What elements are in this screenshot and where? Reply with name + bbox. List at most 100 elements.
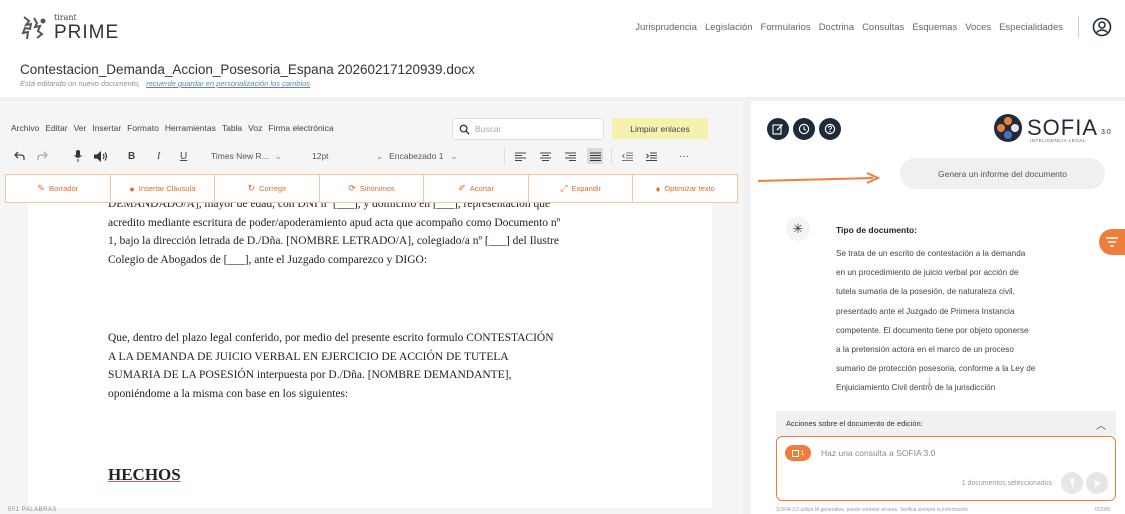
chevron-down-icon: ⌄ <box>376 150 384 161</box>
menu-archivo[interactable]: Archivo <box>11 123 39 133</box>
toolbar-divider <box>611 148 612 164</box>
menu-ver[interactable]: Ver <box>74 123 87 133</box>
paragraph-style-dropdown[interactable]: ⌄ Encabezado 1 ⌄ <box>376 144 458 168</box>
redo-icon[interactable] <box>34 148 50 164</box>
nav-esquemas[interactable]: Esquemas <box>912 22 957 33</box>
help-icon[interactable] <box>819 118 841 140</box>
chat-history-icon[interactable] <box>793 118 815 140</box>
document-page[interactable]: DEMANDADO/A], mayor de edad, con DNI nº … <box>28 203 712 508</box>
expand-icon: ⤢ <box>560 183 568 193</box>
text-line: A LA DEMANDA DE JUICIO VERBAL EN EJERCIC… <box>108 350 509 363</box>
sofia-chat-input[interactable]: 1 Haz una consulta a SOFIA 3.0 1 documen… <box>776 436 1116 501</box>
document-subtitle: Está editando un nuevo documento, recuer… <box>20 79 310 88</box>
menu-insertar[interactable]: Insertar <box>92 123 121 133</box>
align-justify-icon[interactable] <box>587 148 603 164</box>
nav-especialidades[interactable]: Especialidades <box>999 22 1063 33</box>
char-counter: 0/2000 <box>1095 507 1111 513</box>
nav-legislacion[interactable]: Legislación <box>705 22 753 33</box>
text-line: Que, dentro del plazo legal conferido, p… <box>108 332 554 344</box>
acortar-button[interactable]: ✐ Acortar <box>424 175 529 202</box>
outdent-icon[interactable] <box>619 148 635 164</box>
scroll-down-icon[interactable]: ↓ <box>926 373 933 388</box>
expandir-button[interactable]: ⤢ Expandir <box>529 175 634 202</box>
clause-icon: ● <box>129 183 135 194</box>
paragraph-style-value: Encabezado 1 <box>389 151 444 161</box>
chevron-up-icon[interactable]: ︿ <box>1096 417 1106 432</box>
paragraph-intro[interactable]: DEMANDADO/A], mayor de edad, con DNI nº … <box>108 203 648 269</box>
nav-formularios[interactable]: Formularios <box>761 22 811 33</box>
attached-docs-chip[interactable]: 1 <box>785 445 811 461</box>
side-filter-tab[interactable] <box>1099 229 1125 255</box>
description-line: Se trata de un escrito de contestación a… <box>836 249 1026 258</box>
user-account-icon[interactable] <box>1092 17 1112 37</box>
more-tools-button[interactable]: ··· <box>679 144 689 168</box>
send-icon[interactable] <box>1086 472 1108 494</box>
nav-voces[interactable]: Voces <box>965 22 991 33</box>
document-actions-header[interactable]: Acciones sobre el documento de edición: … <box>776 411 1116 436</box>
format-toolbar: B I U Times New R... ⌄ 12pt ⌄ Encabezado 1… <box>0 144 743 168</box>
clear-links-button[interactable]: Limpiar enlaces <box>612 118 708 139</box>
insertar-clausula-button[interactable]: ● Insertar Cláusula <box>111 175 216 202</box>
search-placeholder: Buscar <box>475 124 502 134</box>
editor-scrollbar[interactable] <box>743 101 751 514</box>
nav-doctrina[interactable]: Doctrina <box>819 22 854 33</box>
chat-placeholder: Haz una consulta a SOFIA 3.0 <box>821 448 936 458</box>
menu-tabla[interactable]: Tabla <box>222 123 242 133</box>
text-line: DEMANDADO/A], mayor de edad, con DNI nº … <box>108 203 551 210</box>
optimizar-texto-button[interactable]: ♦ Optimizar texto <box>633 175 737 202</box>
bold-button[interactable]: B <box>128 144 135 168</box>
nav-jurisprudencia[interactable]: Jurisprudencia <box>635 22 697 33</box>
shorten-icon: ✐ <box>458 183 466 193</box>
chevron-down-icon: ⌄ <box>450 150 458 161</box>
ai-action-bar: ✎ Borrador ● Insertar Cláusula ↻ Corregir ⟳… <box>5 174 738 203</box>
brand-name: PRIME <box>54 22 120 43</box>
sinonimos-button[interactable]: ⟳ Sinónimos <box>320 175 425 202</box>
description-line: en un procedimiento de juicio verbal por… <box>836 268 1019 278</box>
paragraph-que[interactable]: Que, dentro del plazo legal conferido, p… <box>108 329 648 403</box>
synonyms-icon: ⟳ <box>348 183 356 193</box>
menu-editar[interactable]: Editar <box>45 123 67 133</box>
editor-search-input[interactable]: Buscar <box>452 118 604 140</box>
chevron-down-icon: ⌄ <box>274 150 282 161</box>
text-line: acredito mediante escritura de poder/apo… <box>108 216 561 229</box>
menu-voz[interactable]: Voz <box>248 123 262 133</box>
save-reminder-link[interactable]: recuerde guardar en personalización los … <box>146 79 310 88</box>
insertar-clausula-label: Insertar Cláusula <box>138 184 196 193</box>
document-icon <box>791 449 799 457</box>
suggestion-generate-report[interactable]: Genera un informe del documento <box>900 158 1105 189</box>
borrador-button[interactable]: ✎ Borrador <box>6 175 111 202</box>
borrador-label: Borrador <box>48 184 79 193</box>
menu-formato[interactable]: Formato <box>127 123 159 133</box>
menu-herramientas[interactable]: Herramientas <box>165 123 216 133</box>
section-heading-hechos[interactable]: HECHOS <box>108 465 181 485</box>
edit-document-icon[interactable] <box>767 118 789 140</box>
microphone-icon[interactable] <box>1061 472 1083 494</box>
nav-consultas[interactable]: Consultas <box>862 22 904 33</box>
attached-docs-count: 1 <box>800 449 805 457</box>
document-title: Contestacion_Demanda_Accion_Posesoria_Es… <box>20 62 475 77</box>
sparkle-icon: ✳ <box>786 217 810 241</box>
nav-divider <box>1078 16 1079 38</box>
undo-icon[interactable] <box>11 148 27 164</box>
italic-button[interactable]: I <box>157 144 160 168</box>
microphone-icon[interactable] <box>70 148 86 164</box>
align-right-icon[interactable] <box>562 148 578 164</box>
tirant-logo-icon <box>20 15 48 41</box>
align-center-icon[interactable] <box>537 148 553 164</box>
arrow-right-icon <box>758 172 881 184</box>
optimize-icon: ♦ <box>655 183 661 194</box>
speaker-icon[interactable] <box>93 148 109 164</box>
brand-logo[interactable]: tirant PRIME <box>20 14 119 42</box>
underline-button[interactable]: U <box>180 144 187 168</box>
doc-type-description: Se trata de un escrito de contestación a… <box>836 244 1096 398</box>
font-size-dropdown[interactable]: 12pt <box>312 144 329 168</box>
toolbar-divider <box>504 148 505 164</box>
indent-icon[interactable] <box>643 148 659 164</box>
text-line: oponiéndome a la misma con base en los s… <box>108 387 349 400</box>
font-family-dropdown[interactable]: Times New R... ⌄ <box>211 144 282 168</box>
align-left-icon[interactable] <box>512 148 528 164</box>
corregir-button[interactable]: ↻ Corregir <box>215 175 320 202</box>
doc-type-title: Tipo de documento: <box>836 225 918 235</box>
corregir-label: Corregir <box>259 184 287 193</box>
menu-firma[interactable]: Firma electrónica <box>268 123 333 133</box>
